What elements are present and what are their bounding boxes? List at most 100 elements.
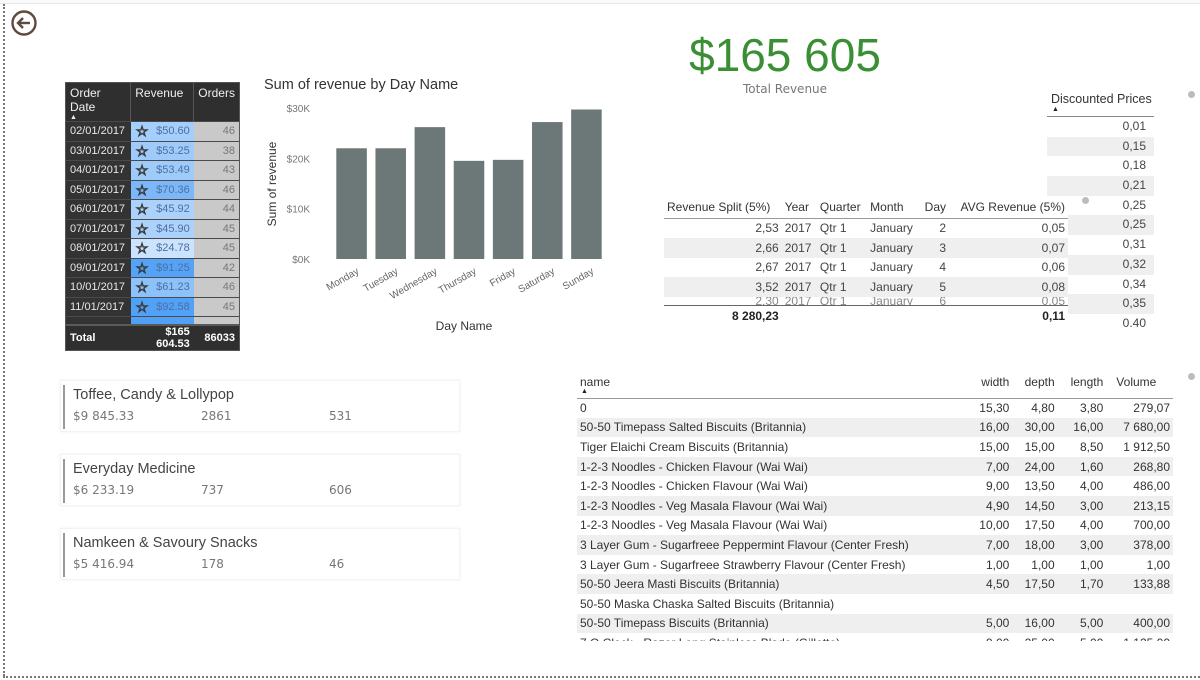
width-cell: 15,30: [979, 401, 1010, 416]
table-row[interactable]: 2,53 2017 Qtr 1 January 2 0,05: [664, 218, 1068, 238]
volume-cell: 7 680,00: [1106, 417, 1173, 438]
column-header-orders[interactable]: Orders: [194, 83, 239, 122]
day-cell: 6: [939, 297, 947, 306]
column-header-month[interactable]: Month: [867, 196, 920, 219]
orders-cell: 44: [193, 199, 239, 219]
table-row[interactable]: 3 Layer Gum - Sugarfreee Strawberry Flav…: [577, 555, 1173, 575]
width-cell: 7,00: [967, 456, 1013, 477]
column-header-year[interactable]: Year: [781, 196, 817, 219]
volume-cell: 213,15: [1106, 495, 1173, 516]
y-tick-label: $30K: [287, 104, 311, 115]
table-row[interactable]: 1-2-3 Noodles - Veg Masala Flavour (Wai …: [577, 516, 1173, 536]
table-row[interactable]: 2,66 2017 Qtr 1 January 3 0,07: [664, 237, 1068, 258]
table-row[interactable]: 1-2-3 Noodles - Chicken Flavour (Wai Wai…: [577, 476, 1173, 496]
x-tick-label: Friday: [488, 266, 518, 289]
table-row[interactable]: 07/01/2017 ☆ $45.90 45: [66, 218, 239, 239]
width-cell: 15,00: [979, 439, 1010, 454]
column-header-quarter[interactable]: Quarter: [816, 196, 868, 219]
table-row[interactable]: Tiger Elaichi Cream Biscuits (Britannia)…: [577, 437, 1173, 457]
bar-wednesday[interactable]: [414, 127, 446, 259]
length-cell: 5,00: [1058, 633, 1107, 641]
bar-monday[interactable]: [336, 148, 367, 259]
orders-cell: 46: [193, 121, 239, 141]
bar-sunday[interactable]: [571, 109, 602, 259]
width-cell: 4,90: [967, 495, 1013, 516]
volume-cell: 1 125,00: [1106, 633, 1173, 641]
table-row[interactable]: 11/01/2017 ☆ $92.58 45: [66, 296, 239, 317]
column-header-length[interactable]: length: [1057, 373, 1107, 399]
table-row[interactable]: 02/01/2017 ☆ $50.60 46: [66, 121, 239, 141]
visual-handle-dot[interactable]: [1188, 373, 1195, 380]
column-header-name[interactable]: name ▲: [577, 373, 967, 399]
table-row[interactable]: 03/01/2017 ☆ $53.25 38: [66, 140, 239, 161]
table-row[interactable]: 10/01/2017 ☆ $61.23 46: [66, 277, 239, 297]
column-header-discounted-prices[interactable]: Discounted Prices ▲: [1047, 92, 1154, 117]
table-row[interactable]: 06/01/2017 ☆ $45.92 44: [66, 199, 239, 219]
volume-cell: 378,00: [1106, 535, 1173, 555]
revenue-cell: ☆ $53.25: [130, 140, 194, 161]
avg-revenue-cell: 0,05: [1041, 221, 1065, 236]
revenue-by-day-chart[interactable]: Sum of revenue by Day Name $0K $10K $20K $3…: [258, 72, 618, 342]
table-row[interactable]: 1-2-3 Noodles - Chicken Flavour (Wai Wai…: [577, 456, 1173, 477]
visual-handle-dot[interactable]: [1188, 91, 1195, 98]
y-tick-label: $10K: [287, 205, 311, 216]
table-row[interactable]: 50-50 Timepass Biscuits (Britannia) 5,00 1…: [577, 613, 1173, 634]
table-row[interactable]: 04/01/2017 ☆ $53.49 43: [66, 160, 239, 180]
column-header-revenue[interactable]: Revenue: [130, 83, 195, 122]
bar-friday[interactable]: [492, 159, 524, 259]
revenue-value: $50.60: [156, 125, 190, 138]
column-header-order-date[interactable]: Order Date ▲: [66, 83, 132, 122]
category-card[interactable]: Namkeen & Savoury Snacks $5 416.94 178 46: [60, 528, 460, 580]
table-row[interactable]: 50-50 Timepass Salted Biscuits (Britanni…: [577, 417, 1173, 438]
width-cell: 1,00: [985, 557, 1010, 572]
table-row[interactable]: 3,52 2017 Qtr 1 January 5 0,08: [664, 277, 1068, 298]
category-card[interactable]: Toffee, Candy & Lollypop $9 845.33 2861 531: [60, 380, 460, 432]
star-icon: ☆: [135, 298, 149, 315]
category-card[interactable]: Everyday Medicine $6 233.19 737 606: [60, 454, 460, 506]
table-row[interactable]: 2,67 2017 Qtr 1 January 4 0,06: [664, 258, 1068, 278]
bar-tuesday[interactable]: [375, 148, 406, 259]
column-header-depth[interactable]: depth: [1012, 373, 1058, 399]
back-button[interactable]: [10, 9, 38, 37]
column-header-volume[interactable]: Volume: [1106, 373, 1173, 399]
bar-thursday[interactable]: [453, 160, 485, 259]
discounted-price-row[interactable]: 0,15: [1047, 136, 1154, 157]
column-header-day[interactable]: Day: [919, 196, 950, 219]
table-row[interactable]: 0 15,30 4,80 3,80 279,07: [577, 398, 1173, 418]
order-date-cell: 05/01/2017: [66, 179, 131, 200]
revenue-split-cell: 2,53: [755, 221, 779, 236]
category-value-2: 2861: [201, 409, 232, 423]
table-row[interactable]: 50-50 Maska Chaska Salted Biscuits (Brit…: [577, 594, 1173, 614]
visual-handle-dot[interactable]: [1082, 197, 1089, 204]
x-tick-label: Thursday: [437, 266, 479, 296]
year-cell: 2017: [784, 221, 812, 236]
table-row[interactable]: 50-50 Jeera Masti Biscuits (Britannia) 4,…: [577, 574, 1173, 594]
table-row[interactable]: 09/01/2017 ☆ $91.25 42: [66, 257, 239, 278]
table-row[interactable]: 2,30 2017 Qtr 1 January 6 0,05: [664, 297, 1068, 306]
bar-saturday[interactable]: [532, 122, 563, 259]
total-orders: 86033: [193, 323, 239, 350]
quarter-cell: Qtr 1: [819, 260, 847, 275]
column-header-revenue-split[interactable]: Revenue Split (5%): [664, 196, 782, 219]
orders-cell: 38: [193, 140, 239, 161]
depth-cell: 18,00: [1012, 535, 1058, 555]
order-date-cell: 06/01/2017: [66, 199, 131, 219]
table-row[interactable]: 7 O Clock - Razor Long Stainless Blade (…: [577, 633, 1173, 641]
table-row[interactable]: 3 Layer Gum - Sugarfreee Peppermint Flav…: [577, 535, 1173, 555]
revenue-split-cell: 2,67: [755, 260, 779, 275]
column-header-width[interactable]: width: [967, 373, 1013, 399]
discounted-price-row[interactable]: 0,01: [1047, 117, 1154, 137]
length-cell: 3,00: [1057, 535, 1107, 555]
total-label: Total: [66, 323, 131, 350]
empty-cell: [919, 305, 950, 326]
depth-cell: 1,00: [1031, 557, 1055, 572]
table-row[interactable]: 08/01/2017 ☆ $24.78 45: [66, 238, 239, 258]
avg-revenue-cell: 0,07: [949, 237, 1068, 258]
revenue-value: $70.36: [156, 183, 190, 196]
table-row[interactable]: 05/01/2017 ☆ $70.36 46: [66, 179, 239, 200]
table-row[interactable]: 1-2-3 Noodles - Veg Masala Flavour (Wai …: [577, 495, 1173, 516]
discounted-price-row[interactable]: 0,18: [1047, 156, 1154, 176]
discounted-price-row[interactable]: 0,21: [1047, 176, 1154, 196]
column-header-avg-revenue[interactable]: AVG Revenue (5%): [949, 196, 1068, 219]
quarter-cell: Qtr 1: [819, 297, 847, 306]
